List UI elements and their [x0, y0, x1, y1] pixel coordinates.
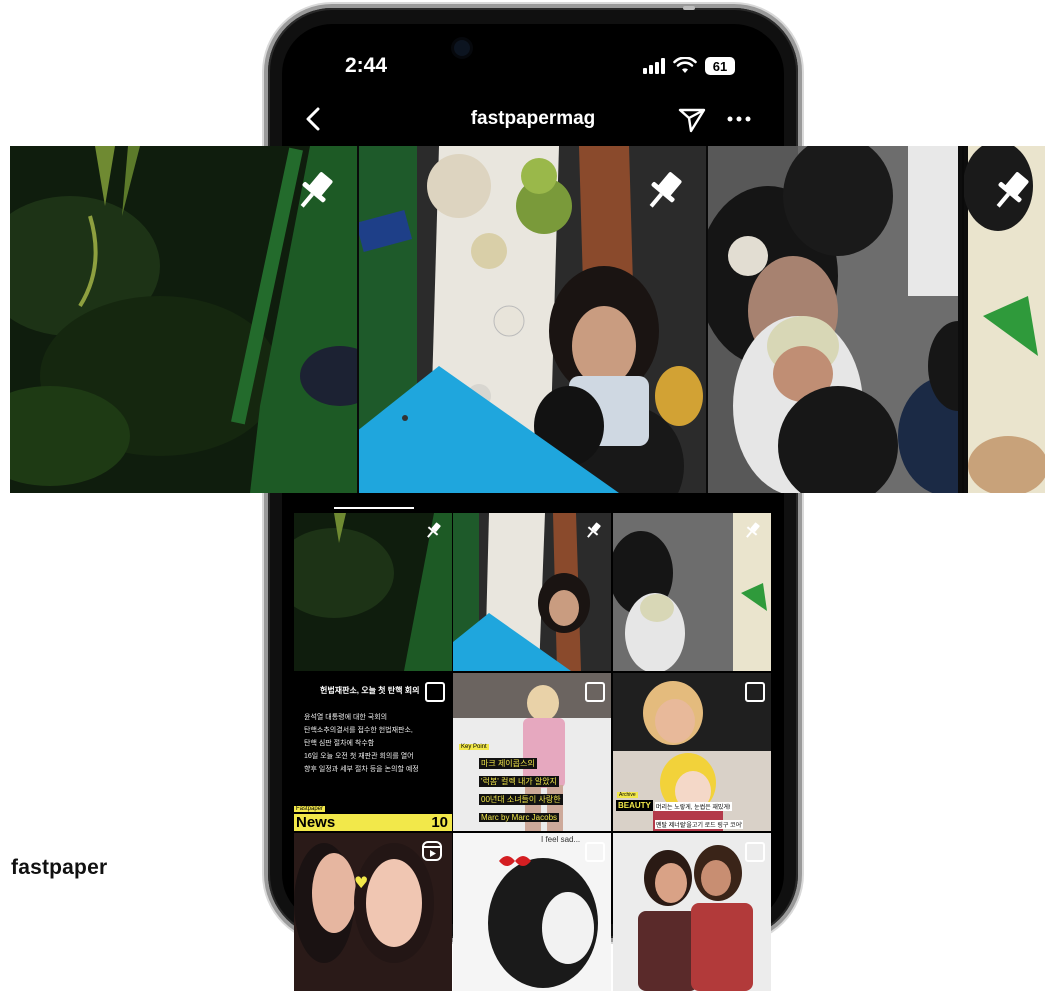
tile-divider	[706, 146, 708, 493]
keypoint-lines: 마크 제이콥스의 '럭봄' 컬렉 내가 알았지 00년대 소녀들이 사랑한 Ma…	[479, 753, 563, 825]
pin-icon	[300, 172, 333, 208]
pin-icon	[746, 522, 760, 538]
beauty-line: 머리는 노랗게, 눈썹은 재밌게!	[655, 802, 732, 811]
multi-photo-icon	[585, 842, 605, 862]
reel-icon	[422, 841, 442, 861]
multi-photo-icon	[745, 842, 765, 862]
brand-wordmark: fastpaper	[11, 856, 108, 879]
multi-photo-icon	[425, 682, 445, 702]
news-label-big: News	[296, 814, 336, 831]
svg-text:♥: ♥	[354, 873, 368, 892]
side-button	[683, 6, 695, 10]
status-icons: 61	[643, 55, 735, 77]
multi-photo-icon	[745, 682, 765, 702]
pinned-posts-zoom	[10, 146, 1045, 493]
battery-icon: 61	[705, 57, 735, 75]
news-body: 윤석열 대통령에 대한 국회의 탄핵소추의결서를 접수한 헌법재판소, 탄핵 심…	[304, 711, 419, 776]
wifi-icon	[673, 57, 697, 73]
more-options-icon[interactable]	[724, 104, 754, 134]
keypoint-tag: Key Point	[459, 744, 489, 750]
send-icon[interactable]	[676, 104, 708, 134]
news-line: 탄핵소추의결서를 접수한 헌법재판소,	[304, 727, 413, 734]
back-arrow-icon[interactable]	[300, 104, 328, 134]
multi-photo-icon	[585, 682, 605, 702]
news-headline: 헌법재판소, 오늘 첫 탄핵 회의	[320, 686, 420, 695]
news-line: 향후 일정과 세부 절차 등을 논의할 예정	[304, 766, 419, 773]
beauty-line: 멘탈 제너럴'을고기 로드 링구 코어'	[655, 820, 744, 829]
camera-lens	[454, 40, 470, 56]
news-number: 10	[431, 814, 448, 831]
keypoint-line: '럭봄' 컬렉 내가 알았지	[479, 776, 559, 787]
keypoint-line: Marc by Marc Jacobs	[479, 813, 560, 822]
news-line: 16일 오늘 오전 첫 재판관 회의를 열어	[304, 753, 414, 760]
pin-icon	[996, 172, 1029, 208]
signal-icon	[643, 58, 665, 74]
keypoint-line: 마크 제이콥스의	[479, 758, 537, 769]
beauty-tag: Archive	[617, 792, 638, 798]
news-label-bar: News 10	[294, 814, 452, 831]
pin-icon	[427, 522, 441, 538]
news-line: 윤석열 대통령에 대한 국회의	[304, 714, 388, 721]
pin-icon	[587, 522, 601, 538]
sad-caption: I feel sad...	[541, 835, 581, 844]
news-line: 탄핵 심판 절차에 착수함	[304, 740, 375, 747]
status-time: 2:44	[345, 54, 388, 77]
tile-divider	[962, 146, 964, 493]
pin-icon	[649, 172, 682, 208]
keypoint-line: 00년대 소녀들이 사랑한	[479, 794, 563, 805]
grid-tab-indicator	[334, 507, 414, 509]
news-label-small: Fastpaper	[294, 806, 326, 812]
beauty-logo: BEAUTY	[616, 800, 653, 811]
tile-divider	[357, 146, 359, 493]
battery-level: 61	[712, 58, 728, 74]
profile-username: fastpapermag	[470, 108, 596, 129]
beauty-lines: 머리는 노랗게, 눈썹은 재밌게! 멘탈 제너럴'을고기 로드 링구 코어'	[655, 796, 744, 831]
